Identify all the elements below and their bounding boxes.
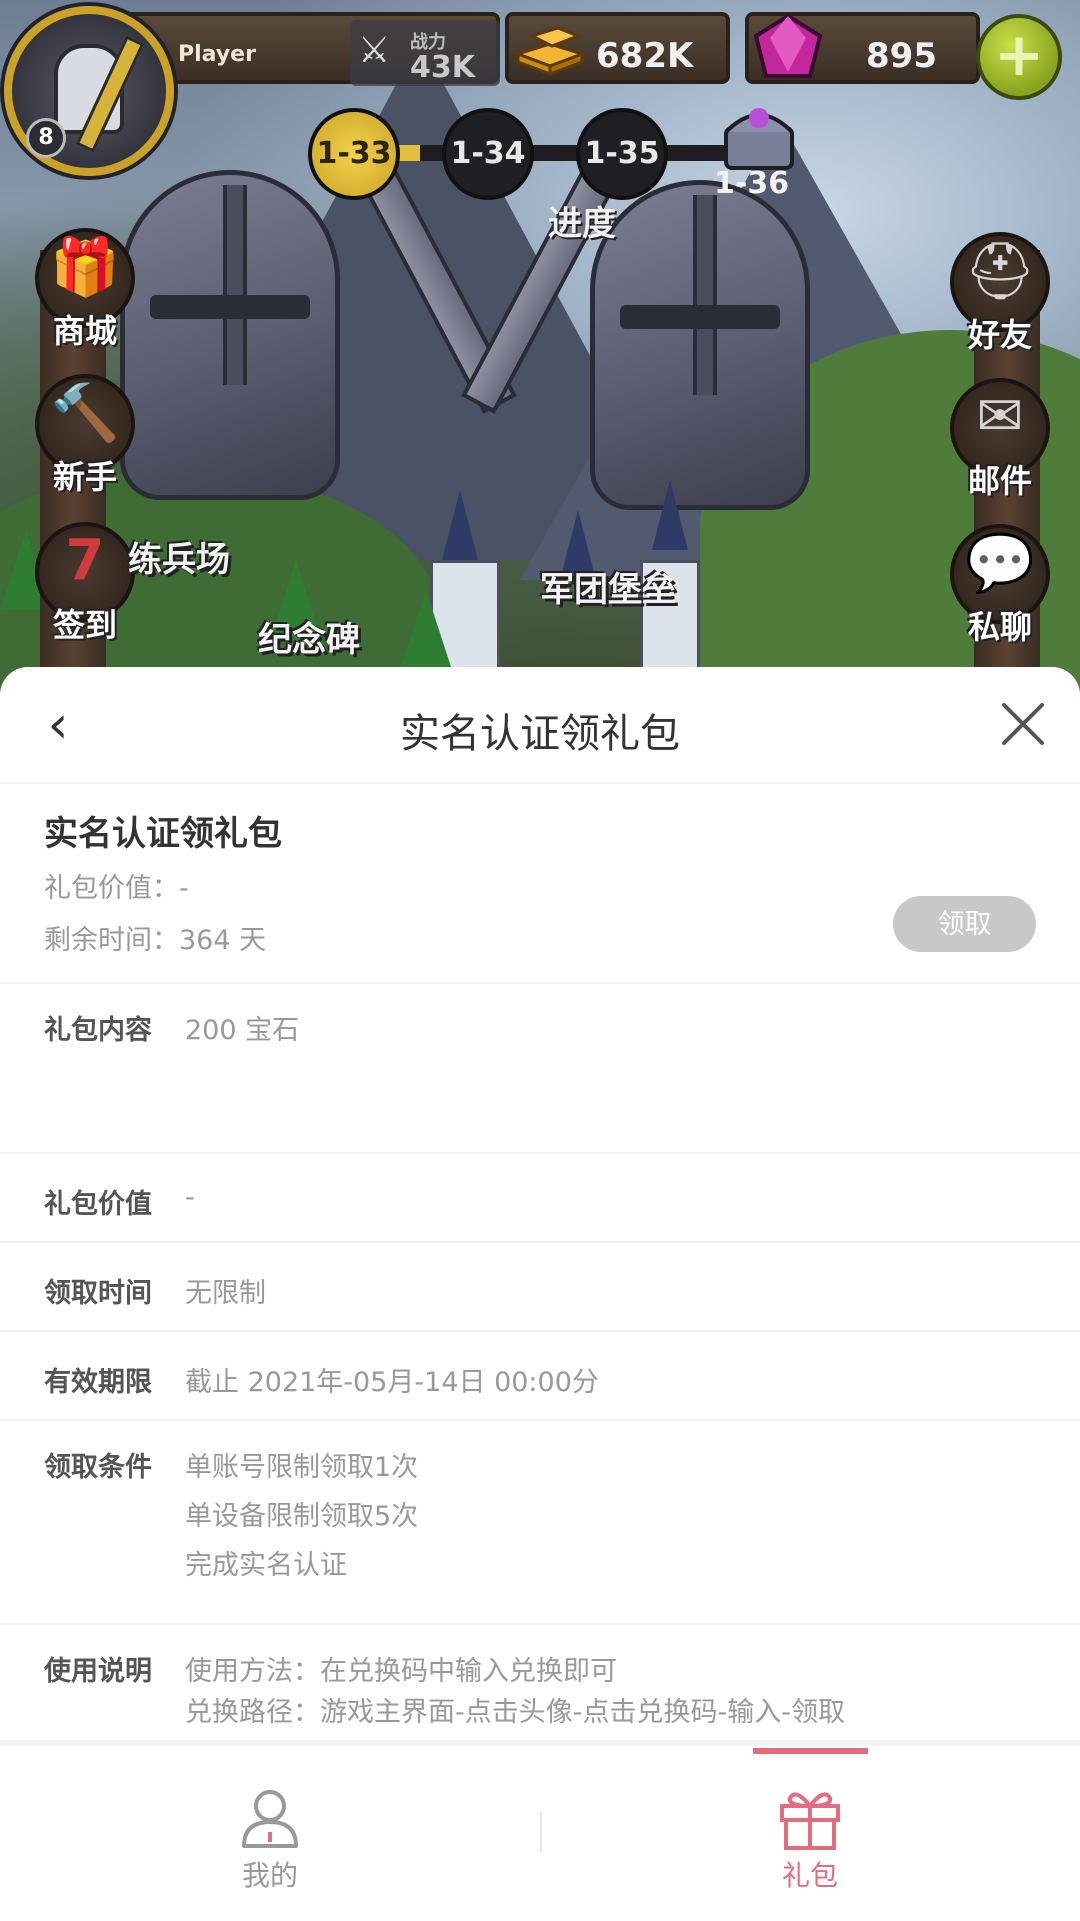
checkin-button[interactable]: 7 签到 [25, 522, 145, 644]
detail-row-conditions: 领取条件 单账号限制领取1次 单设备限制领取5次 完成实名认证 [0, 1421, 1080, 1625]
shop-label: 商城 [52, 312, 117, 350]
sheet-header: ‹ 实名认证领礼包 [0, 667, 1080, 784]
chat-bubble-icon: 💬 [965, 531, 1035, 596]
detail-line: 单账号限制领取1次 [185, 1452, 419, 1483]
detail-label: 领取条件 [44, 1452, 152, 1483]
tab-gift[interactable]: 礼包 [540, 1746, 1080, 1921]
power-value: 43K [410, 50, 475, 85]
detail-value: 单账号限制领取1次 单设备限制领取5次 完成实名认证 [185, 1445, 418, 1592]
detail-line: 完成实名认证 [185, 1550, 347, 1581]
detail-value: 使用方法：在兑换码中输入兑换即可 兑换路径：游戏主界面-点击头像-点击兑换码-输… [185, 1649, 845, 1739]
gift-value-line: 礼包价值：- [44, 873, 189, 904]
detail-line: - [185, 1182, 195, 1213]
stage-node[interactable]: 1-35 [576, 108, 668, 200]
level-badge: 8 [26, 118, 66, 158]
hammer-icon: 🔨 [50, 381, 120, 446]
map-label-fortress[interactable]: 军团堡垒 [540, 562, 676, 611]
gold-amount: 682K [596, 36, 694, 76]
castle-spire [652, 480, 688, 550]
castle-spire [442, 490, 478, 560]
detail-value: 200 宝石 [185, 1008, 299, 1057]
gift-time-line: 剩余时间：364 天 [44, 925, 267, 956]
player-name: Player [178, 42, 256, 67]
tab-mine-label: 我的 [241, 1859, 298, 1892]
gift-name: 实名认证领礼包 [44, 814, 282, 854]
gift-sheet: ‹ 实名认证领礼包 实名认证领礼包 礼包价值：- 剩余时间：364 天 领取 礼… [0, 667, 1080, 1921]
friends-button[interactable]: ⛑ 好友 [940, 232, 1060, 354]
mail-button[interactable]: ✉ 邮件 [940, 378, 1060, 500]
game-scene: 8 Player ⚔ 战力 43K 682K 895 + 1-33 1-34 1… [0, 0, 1080, 700]
tab-divider [540, 1812, 542, 1852]
envelope-icon: ✉ [976, 384, 1024, 449]
detail-label: 礼包价值 [44, 1189, 152, 1220]
detail-value: - [185, 1182, 195, 1223]
detail-line: 200 宝石 [185, 1015, 300, 1046]
newbie-label: 新手 [52, 458, 117, 496]
calendar-icon: 7 [65, 528, 105, 593]
detail-row-expiry: 有效期限 截止 2021年-05月-14日 00:00分 [0, 1332, 1080, 1421]
detail-label: 领取时间 [44, 1278, 152, 1309]
stage-node[interactable]: 1-33 [308, 108, 400, 200]
crossed-swords-icon: ⚔ [358, 30, 391, 71]
detail-label: 有效期限 [44, 1367, 152, 1398]
tab-mine[interactable]: 我的 [0, 1746, 540, 1921]
treasure-chest-icon: 🎁 [50, 235, 120, 300]
map-label-monument[interactable]: 纪念碑 [258, 612, 360, 661]
detail-line: 单设备限制领取5次 [185, 1501, 419, 1532]
detail-row-value: 礼包价值 - [0, 1154, 1080, 1243]
detail-line: 使用方法：在兑换码中输入兑换即可 [185, 1656, 617, 1687]
gift-icon [780, 1792, 840, 1850]
active-tab-indicator [753, 1748, 868, 1754]
newbie-button[interactable]: 🔨 新手 [25, 374, 145, 496]
shop-button[interactable]: 🎁 商城 [25, 228, 145, 350]
checkin-label: 签到 [52, 606, 117, 644]
knight-statue [120, 170, 340, 500]
detail-line: 截止 2021年-05月-14日 00:00分 [185, 1367, 599, 1398]
detail-line: 无限制 [185, 1278, 266, 1309]
detail-row-claim-time: 领取时间 无限制 [0, 1243, 1080, 1332]
progress-label: 进度 [548, 204, 616, 244]
detail-row-usage: 使用说明 使用方法：在兑换码中输入兑换即可 兑换路径：游戏主界面-点击头像-点击… [0, 1625, 1080, 1740]
claim-button[interactable]: 领取 [893, 896, 1036, 952]
sheet-title: 实名认证领礼包 [400, 711, 680, 757]
knight-statue [590, 180, 810, 510]
detail-label: 使用说明 [44, 1656, 152, 1687]
gold-bars-icon [513, 26, 587, 76]
tree [400, 590, 452, 670]
tab-gift-label: 礼包 [781, 1859, 838, 1892]
gem-icon [753, 13, 823, 78]
detail-value: 截止 2021年-05月-14日 00:00分 [185, 1360, 599, 1409]
mail-label: 邮件 [967, 462, 1032, 500]
map-label-training[interactable]: 练兵场 [128, 532, 230, 581]
detail-label: 礼包内容 [44, 1015, 152, 1046]
user-icon [242, 1790, 298, 1848]
gem-amount: 895 [866, 36, 937, 76]
detail-row-content: 礼包内容 200 宝石 [0, 984, 1080, 1154]
close-icon[interactable] [996, 697, 1050, 751]
friends-label: 好友 [967, 316, 1032, 354]
gift-summary: 实名认证领礼包 礼包价值：- 剩余时间：364 天 领取 [0, 784, 1080, 984]
power-display: ⚔ 战力 43K [350, 20, 500, 86]
detail-value: 无限制 [185, 1271, 266, 1320]
chat-label: 私聊 [967, 608, 1032, 646]
stage-chest-label: 1-36 [714, 166, 790, 201]
detail-line: 兑换路径：游戏主界面-点击头像-点击兑换码-输入-领取 [185, 1697, 845, 1728]
chat-button[interactable]: 💬 私聊 [940, 524, 1060, 646]
plus-icon[interactable]: + [976, 14, 1062, 100]
stage-node[interactable]: 1-34 [442, 108, 534, 200]
helmet-icon: ⛑ [964, 239, 1036, 304]
